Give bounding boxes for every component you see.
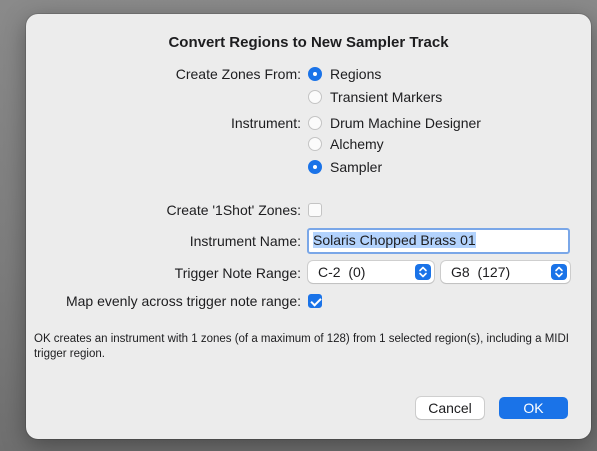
instrument-label: Instrument:: [230, 115, 301, 131]
radio-sampler-label: Sampler: [330, 159, 383, 175]
oneshot-checkbox[interactable]: [308, 203, 322, 217]
radio-drum-machine-designer-label: Drum Machine Designer: [330, 115, 481, 131]
create-zones-from-label: Create Zones From:: [175, 66, 301, 82]
radio-sampler-indicator[interactable]: [308, 160, 322, 174]
oneshot-label: Create '1Shot' Zones:: [166, 202, 301, 218]
trigger-low-select[interactable]: C-2 (0): [308, 261, 434, 283]
radio-drum-machine-designer[interactable]: Drum Machine Designer: [308, 115, 481, 131]
radio-alchemy-label: Alchemy: [330, 136, 384, 152]
radio-alchemy[interactable]: Alchemy: [308, 136, 384, 152]
trigger-high-select[interactable]: G8 (127): [441, 261, 570, 283]
map-evenly-checkbox[interactable]: [308, 294, 322, 308]
radio-transient-markers-indicator[interactable]: [308, 90, 322, 104]
radio-drum-machine-designer-indicator[interactable]: [308, 116, 322, 130]
radio-regions-indicator[interactable]: [308, 67, 322, 81]
instrument-name-label: Instrument Name:: [189, 233, 301, 249]
trigger-low-stepper-icon[interactable]: [415, 264, 431, 280]
radio-transient-markers[interactable]: Transient Markers: [308, 89, 442, 105]
radio-alchemy-indicator[interactable]: [308, 137, 322, 151]
map-evenly-label: Map evenly across trigger note range:: [65, 293, 301, 309]
convert-regions-dialog: Convert Regions to New Sampler Track Cre…: [26, 14, 591, 439]
radio-transient-markers-label: Transient Markers: [330, 89, 443, 105]
dialog-title: Convert Regions to New Sampler Track: [168, 34, 449, 51]
radio-regions-label: Regions: [330, 66, 382, 82]
cancel-button[interactable]: Cancel: [416, 397, 484, 419]
trigger-note-range-label: Trigger Note Range:: [174, 265, 301, 281]
trigger-high-stepper-icon[interactable]: [551, 264, 567, 280]
trigger-low-value: C-2 (0): [318, 264, 366, 280]
radio-regions[interactable]: Regions: [308, 66, 381, 82]
trigger-high-value: G8 (127): [451, 264, 511, 280]
radio-sampler[interactable]: Sampler: [308, 159, 382, 175]
instrument-name-value: Solaris Chopped Brass 01: [313, 232, 476, 248]
instrument-name-field[interactable]: Solaris Chopped Brass 01: [307, 228, 570, 254]
info-text: OK creates an instrument with 1 zones (o…: [34, 333, 569, 360]
ok-button[interactable]: OK: [499, 397, 568, 419]
